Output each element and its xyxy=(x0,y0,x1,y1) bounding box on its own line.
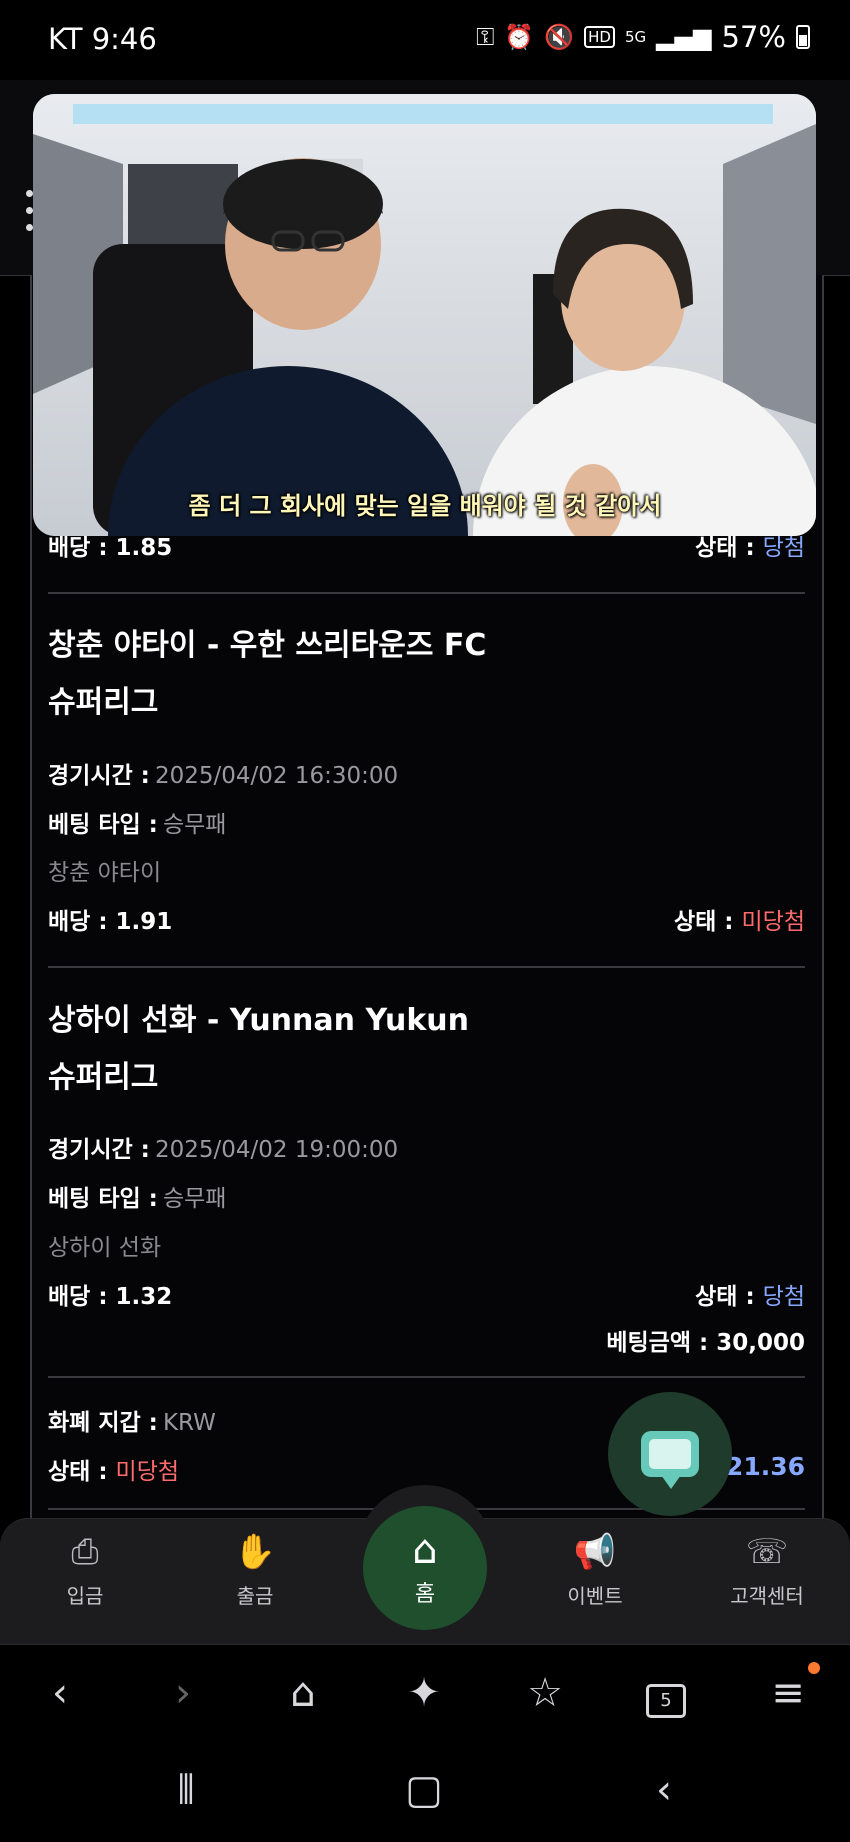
deposit-icon: ⎙ xyxy=(71,1532,99,1572)
tabs-icon[interactable]: 5 xyxy=(636,1668,696,1718)
bet-status: 상태 : 당첨 xyxy=(695,1284,805,1310)
bet-league: 슈퍼리그 xyxy=(48,685,159,720)
menu-icon[interactable] xyxy=(26,190,33,231)
hd-icon: HD xyxy=(584,26,615,48)
bet-match-title: 창춘 야타이 - 우한 쓰리타운즈 FC xyxy=(48,628,487,663)
5g-icon: 5G xyxy=(624,28,647,46)
nav-deposit[interactable]: ⎙ 입금 xyxy=(25,1530,145,1609)
bet-league: 슈퍼리그 xyxy=(48,1060,159,1095)
bet-type: 베팅 타입 : 승무패 xyxy=(48,812,227,838)
carrier-time: KT 9:46 xyxy=(48,22,157,56)
battery-percent: 57% xyxy=(721,20,786,54)
divider xyxy=(48,1376,805,1378)
bet-pick: 창춘 야타이 xyxy=(48,860,162,886)
divider xyxy=(48,966,805,968)
video-pip[interactable] xyxy=(33,94,816,536)
bookmark-star-icon[interactable]: ☆ xyxy=(515,1668,575,1718)
bet-status: 상태 : 미당첨 xyxy=(673,909,805,935)
notification-dot xyxy=(808,1662,820,1674)
bet-amount: 베팅금액 : 30,000 xyxy=(606,1330,805,1356)
bet-pick: 상하이 선화 xyxy=(48,1235,162,1261)
megaphone-icon: 📢 xyxy=(573,1532,617,1572)
home-icon: ⌂ xyxy=(412,1527,438,1573)
browser-menu-icon[interactable]: ≡ xyxy=(758,1668,818,1718)
alarm-icon: ⏰ xyxy=(504,23,535,51)
bet-time: 경기시간 : 2025/04/02 16:30:00 xyxy=(48,763,399,789)
bet-odds: 배당 : 1.32 xyxy=(48,1284,173,1310)
summary-status: 상태 : 미당첨 xyxy=(48,1459,180,1485)
recents-icon[interactable]: ⦀ xyxy=(146,1765,226,1815)
divider xyxy=(48,592,805,594)
system-back-icon[interactable]: ‹ xyxy=(624,1765,704,1815)
back-icon[interactable]: ‹ xyxy=(30,1668,90,1718)
sparkle-icon[interactable]: ✦ xyxy=(394,1668,454,1718)
withdraw-icon: ✋ xyxy=(233,1532,277,1572)
status-icons: ⚿ ⏰ 🔇 HD 5G ▂▄▆ 57% xyxy=(476,20,810,54)
currency-wallet: 화폐 지갑 : KRW xyxy=(48,1410,216,1436)
bet-time: 경기시간 : 2025/04/02 19:00:00 xyxy=(48,1137,399,1163)
bet-type: 베팅 타입 : 승무패 xyxy=(48,1186,227,1212)
home-page-icon[interactable]: ⌂ xyxy=(273,1668,333,1718)
nav-event[interactable]: 📢 이벤트 xyxy=(535,1530,655,1609)
support-24-icon: ☏ xyxy=(745,1532,789,1572)
status-bar: KT 9:46 ⚿ ⏰ 🔇 HD 5G ▂▄▆ 57% xyxy=(0,0,850,80)
chat-button[interactable] xyxy=(608,1392,732,1516)
nav-withdraw[interactable]: ✋ 출금 xyxy=(195,1530,315,1609)
key-icon: ⚿ xyxy=(476,23,495,51)
nav-support[interactable]: ☏ 고객센터 xyxy=(707,1530,827,1609)
forward-icon[interactable]: › xyxy=(153,1668,213,1718)
video-frame xyxy=(33,94,816,536)
video-subtitle: 좀 더 그 회사에 맞는 일을 배워야 될 것 같아서 xyxy=(188,492,662,520)
system-home-icon[interactable]: ▢ xyxy=(384,1765,464,1815)
battery-icon xyxy=(796,25,810,49)
mute-icon: 🔇 xyxy=(544,23,575,51)
bet-odds: 배당 : 1.91 xyxy=(48,909,173,935)
chat-icon xyxy=(641,1431,699,1489)
bet-match-title: 상하이 선화 - Yunnan Yukun xyxy=(48,1003,470,1038)
nav-home[interactable]: ⌂ 홈 xyxy=(363,1506,487,1630)
signal-icon: ▂▄▆ xyxy=(656,23,712,51)
